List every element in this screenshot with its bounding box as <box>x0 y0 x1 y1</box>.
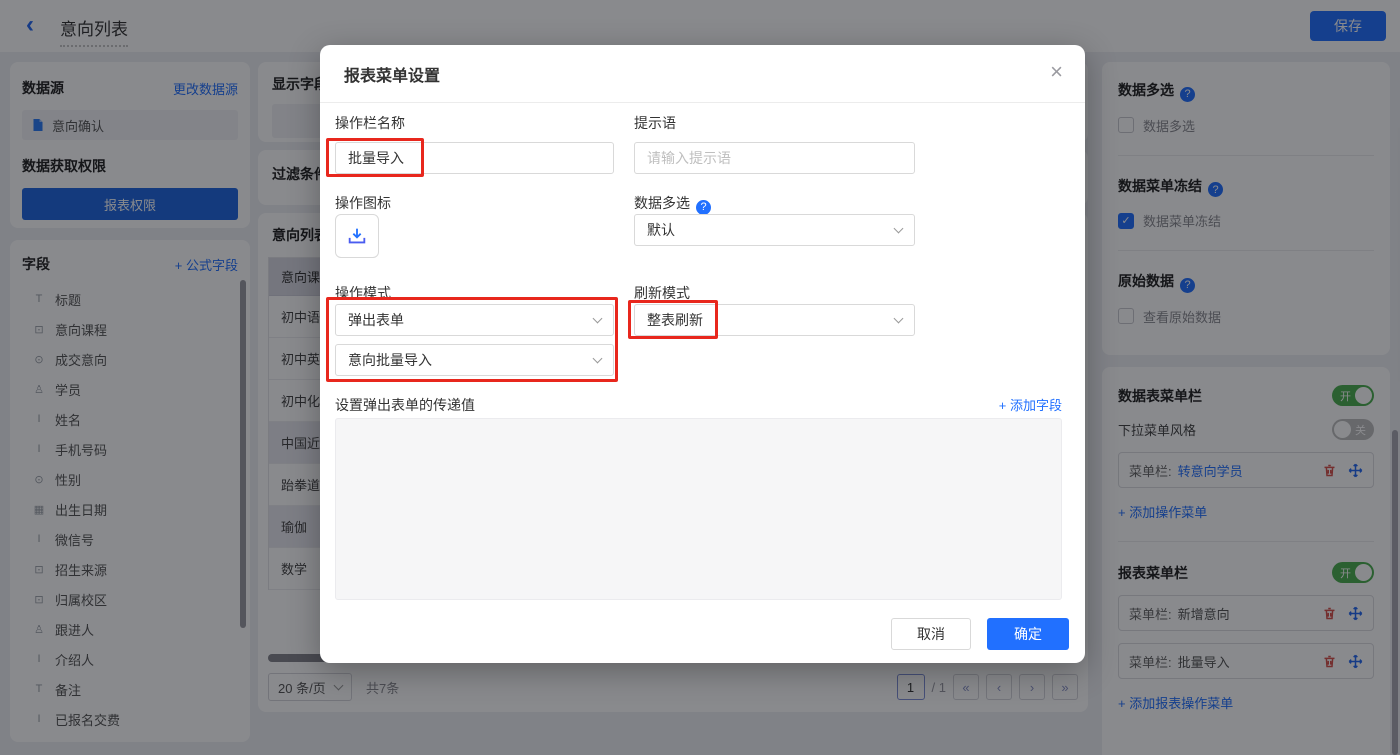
tip-input[interactable] <box>634 142 915 174</box>
add-field-link[interactable]: + 添加字段 <box>999 395 1062 414</box>
action-icon-label: 操作图标 <box>335 193 391 213</box>
transfer-value-area[interactable] <box>335 418 1062 600</box>
multi-select-dropdown[interactable]: 默认 <box>634 214 915 246</box>
close-icon[interactable]: × <box>1050 61 1063 83</box>
report-menu-settings-dialog: 报表菜单设置 × 操作栏名称 提示语 操作图标 数据多选? 默认 操作模式 刷新… <box>320 45 1085 663</box>
action-mode-label: 操作模式 <box>335 283 391 303</box>
transfer-value-label: 设置弹出表单的传递值 <box>335 395 475 415</box>
action-target-value: 意向批量导入 <box>348 350 432 370</box>
action-icon-button[interactable] <box>335 214 379 258</box>
help-icon[interactable]: ? <box>696 200 711 215</box>
chevron-down-icon <box>593 354 603 364</box>
action-mode-value: 弹出表单 <box>348 310 404 330</box>
cancel-button[interactable]: 取消 <box>891 618 971 650</box>
chevron-down-icon <box>894 224 904 234</box>
confirm-button[interactable]: 确定 <box>987 618 1069 650</box>
tip-label: 提示语 <box>634 113 676 133</box>
refresh-mode-value: 整表刷新 <box>647 310 703 330</box>
download-icon <box>346 225 368 247</box>
chevron-down-icon <box>593 314 603 324</box>
refresh-mode-label: 刷新模式 <box>634 283 690 303</box>
chevron-down-icon <box>894 314 904 324</box>
action-target-dropdown[interactable]: 意向批量导入 <box>335 344 614 376</box>
multi-select-value: 默认 <box>647 220 675 240</box>
action-mode-dropdown[interactable]: 弹出表单 <box>335 304 614 336</box>
action-name-label: 操作栏名称 <box>335 113 405 133</box>
refresh-mode-dropdown[interactable]: 整表刷新 <box>634 304 915 336</box>
dialog-title: 报表菜单设置 <box>344 62 440 86</box>
multi-select-label-text: 数据多选 <box>634 195 690 211</box>
multi-select-label: 数据多选? <box>634 193 711 215</box>
dialog-header: 报表菜单设置 <box>320 45 1085 103</box>
action-name-input[interactable] <box>335 142 614 174</box>
